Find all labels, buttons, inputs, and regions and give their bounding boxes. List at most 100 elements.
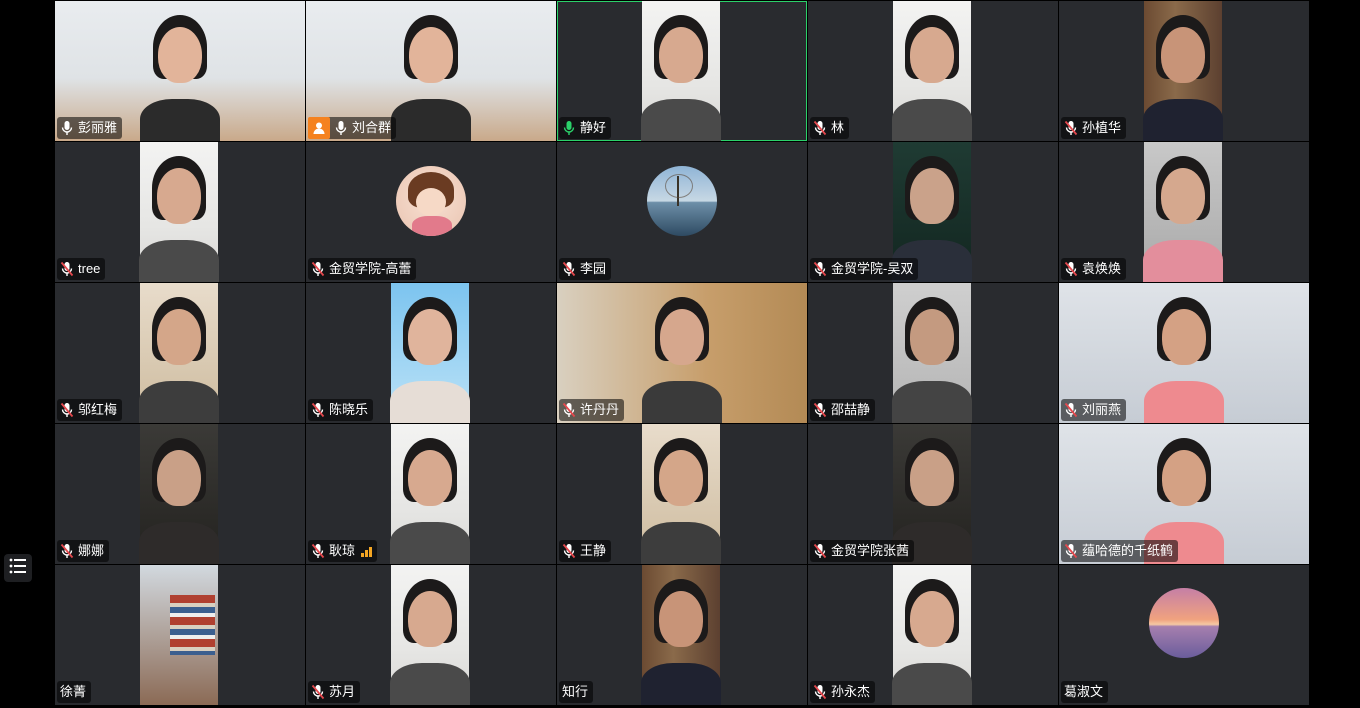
participant-name-label: 娜娜 <box>57 540 110 562</box>
participant-name: 孙植华 <box>1082 120 1122 135</box>
participant-name-label: 金贸学院-吴双 <box>810 258 919 280</box>
microphone-muted-icon <box>311 684 325 700</box>
participant-name-label: 许丹丹 <box>559 399 625 421</box>
participant-tile[interactable]: 刘丽燕 <box>1059 283 1309 423</box>
participant-list-button[interactable] <box>4 554 32 582</box>
participant-tile[interactable]: 蕴哈德的千纸鹤 <box>1059 424 1309 564</box>
participant-name-label: 袁焕焕 <box>1061 258 1127 280</box>
video-feed <box>390 283 470 423</box>
video-feed <box>139 283 219 423</box>
video-feed <box>390 565 470 705</box>
participant-tile[interactable]: 李园 <box>557 142 807 282</box>
participant-tile[interactable]: 陈晓乐 <box>306 283 556 423</box>
microphone-muted-icon <box>813 684 827 700</box>
participant-name: 刘丽燕 <box>1082 402 1122 417</box>
microphone-muted-icon <box>562 402 576 418</box>
video-feed <box>892 565 972 705</box>
microphone-muted-icon <box>1064 543 1078 559</box>
participant-name-label: 陈晓乐 <box>308 399 374 421</box>
participant-tile[interactable]: 金贸学院-吴双 <box>808 142 1058 282</box>
participant-name-label: 耿琼 <box>308 540 378 562</box>
participant-tile[interactable]: 知行 <box>557 565 807 705</box>
participant-name: 金贸学院-高蕾 <box>329 261 412 276</box>
participant-name-label: 王静 <box>559 540 612 562</box>
participant-tile[interactable]: 徐菁 <box>55 565 305 705</box>
microphone-icon <box>562 120 576 136</box>
participant-name-label: 孙植华 <box>1061 117 1127 139</box>
video-feed <box>139 424 219 564</box>
microphone-muted-icon <box>813 543 827 559</box>
participant-tile[interactable]: 金贸学院张茜 <box>808 424 1058 564</box>
participant-tile[interactable]: 金贸学院-高蕾 <box>306 142 556 282</box>
participant-tile[interactable]: 静好 <box>557 1 807 141</box>
participant-tile[interactable]: 刘合群 <box>306 1 556 141</box>
participant-name-label: 彭丽雅 <box>57 117 123 139</box>
participant-name-label: 葛淑文 <box>1061 681 1109 703</box>
participant-tile[interactable]: 耿琼 <box>306 424 556 564</box>
participant-name-label: 刘丽燕 <box>1061 399 1127 421</box>
participant-name-label: tree <box>57 258 106 280</box>
participant-list-icon <box>9 558 27 579</box>
participant-avatar <box>1149 588 1219 658</box>
participant-tile[interactable]: 孙永杰 <box>808 565 1058 705</box>
participant-tile[interactable]: 邬红梅 <box>55 283 305 423</box>
participant-name: 王静 <box>580 543 607 558</box>
participant-name-label: 邵喆静 <box>810 399 876 421</box>
video-grid: 彭丽雅 刘合群 静好 林 孙植华 tree 金贸学院-高蕾 李园 金贸学院-吴双… <box>55 1 1309 707</box>
participant-name-label: 林 <box>810 117 850 139</box>
microphone-muted-icon <box>60 543 74 559</box>
participant-name: tree <box>78 261 101 276</box>
participant-tile[interactable]: 许丹丹 <box>557 283 807 423</box>
microphone-muted-icon <box>1064 402 1078 418</box>
participant-tile[interactable]: tree <box>55 142 305 282</box>
participant-name-label: 蕴哈德的千纸鹤 <box>1061 540 1179 562</box>
participant-tile[interactable]: 苏月 <box>306 565 556 705</box>
video-feed <box>892 283 972 423</box>
participant-name: 刘合群 <box>352 120 392 135</box>
participant-name: 知行 <box>562 684 589 699</box>
participant-name: 徐菁 <box>60 684 87 699</box>
participant-name-label: 刘合群 <box>308 117 397 139</box>
participant-name: 邵喆静 <box>831 402 871 417</box>
participant-tile[interactable]: 娜娜 <box>55 424 305 564</box>
video-feed <box>641 1 721 141</box>
participant-tile[interactable]: 孙植华 <box>1059 1 1309 141</box>
microphone-muted-icon <box>311 402 325 418</box>
participant-avatar <box>396 166 466 236</box>
microphone-muted-icon <box>1064 120 1078 136</box>
participant-tile[interactable]: 邵喆静 <box>808 283 1058 423</box>
participant-name: 陈晓乐 <box>329 402 369 417</box>
host-person-icon <box>308 117 330 139</box>
participant-name-label: 孙永杰 <box>810 681 876 703</box>
participant-name-label: 静好 <box>559 117 612 139</box>
microphone-icon <box>334 120 348 136</box>
participant-tile[interactable]: 葛淑文 <box>1059 565 1309 705</box>
video-feed <box>641 424 721 564</box>
participant-name: 林 <box>831 120 845 135</box>
video-feed <box>641 565 721 705</box>
participant-name-label: 徐菁 <box>57 681 92 703</box>
participant-name-label: 苏月 <box>308 681 361 703</box>
participant-tile[interactable]: 彭丽雅 <box>55 1 305 141</box>
participant-name-label: 金贸学院张茜 <box>810 540 915 562</box>
microphone-muted-icon <box>562 543 576 559</box>
participant-avatar <box>647 166 717 236</box>
participant-name: 李园 <box>580 261 607 276</box>
microphone-muted-icon <box>1064 261 1078 277</box>
video-feed <box>140 565 218 705</box>
participant-tile[interactable]: 王静 <box>557 424 807 564</box>
video-feed <box>892 1 972 141</box>
participant-name-label: 知行 <box>559 681 594 703</box>
participant-tile[interactable]: 林 <box>808 1 1058 141</box>
participant-name: 葛淑文 <box>1064 684 1104 699</box>
microphone-muted-icon <box>813 402 827 418</box>
participant-name: 静好 <box>580 120 607 135</box>
participant-tile[interactable]: 袁焕焕 <box>1059 142 1309 282</box>
microphone-icon <box>60 120 74 136</box>
participant-name-label: 金贸学院-高蕾 <box>308 258 417 280</box>
microphone-muted-icon <box>60 402 74 418</box>
participant-name-label: 邬红梅 <box>57 399 123 421</box>
participant-name: 苏月 <box>329 684 356 699</box>
participant-name: 金贸学院-吴双 <box>831 261 914 276</box>
video-feed <box>1143 1 1223 141</box>
